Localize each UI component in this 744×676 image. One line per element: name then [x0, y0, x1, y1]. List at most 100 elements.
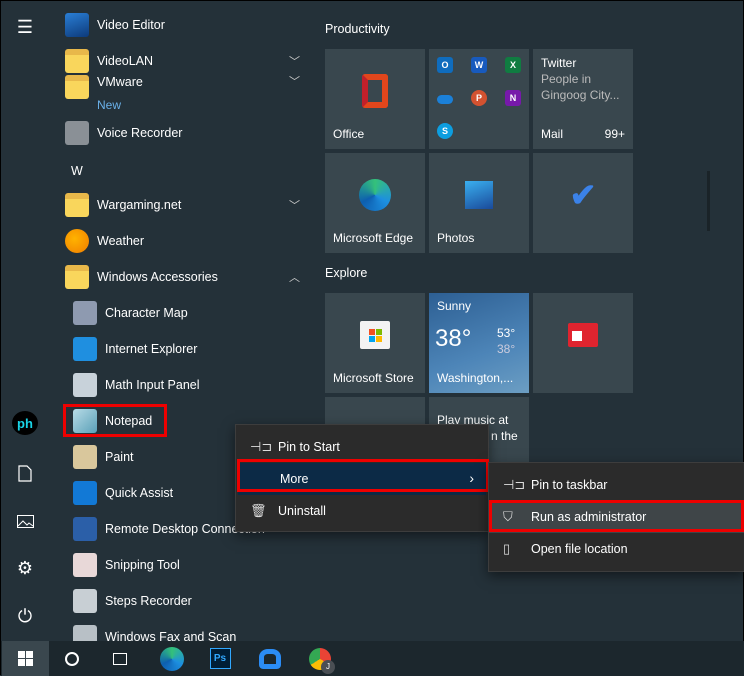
- app-label: Snipping Tool: [105, 558, 180, 572]
- app-list-item-voice-recorder[interactable]: Voice Recorder: [65, 117, 182, 149]
- app-label: VMware: [97, 75, 143, 89]
- chevron-down-icon[interactable]: ﹀: [289, 53, 300, 69]
- video-editor-icon: [65, 13, 89, 37]
- chrome-icon: J: [309, 647, 335, 674]
- settings-gear-icon[interactable]: ⚙: [13, 556, 37, 580]
- app-list-item-steps-recorder[interactable]: Steps Recorder: [73, 585, 192, 617]
- app-label: Character Map: [105, 306, 188, 320]
- app-label: Wargaming.net: [97, 198, 182, 212]
- chevron-down-icon[interactable]: ﹀: [289, 73, 300, 89]
- taskbar-edge[interactable]: [149, 641, 195, 676]
- onedrive-icon[interactable]: [437, 95, 453, 104]
- office-logo-icon: [362, 74, 388, 108]
- taskbar-photoshop[interactable]: Ps: [197, 641, 243, 676]
- app-list-item-windows-accessories[interactable]: Windows Accessories: [65, 261, 218, 293]
- snipping-tool-icon: [73, 553, 97, 577]
- tile-label: Office: [333, 127, 365, 141]
- steps-recorder-icon: [73, 589, 97, 613]
- app-list-item-wargaming-net[interactable]: Wargaming.net: [65, 189, 181, 221]
- word-icon[interactable]: W: [471, 57, 487, 73]
- powerpoint-icon[interactable]: P: [471, 90, 487, 106]
- scrollbar[interactable]: [707, 171, 710, 231]
- edge-icon: [160, 646, 184, 671]
- music-text-line2: n the: [491, 429, 518, 443]
- edge-icon: [359, 179, 391, 211]
- windows-logo-icon: [18, 651, 33, 666]
- documents-icon[interactable]: [13, 461, 37, 485]
- weather-high: 53°: [497, 326, 516, 340]
- chevron-down-icon[interactable]: ﹀: [289, 197, 300, 213]
- tile-label: Microsoft Edge: [333, 231, 414, 245]
- user-avatar[interactable]: ph: [12, 411, 38, 435]
- app-label: Internet Explorer: [105, 342, 198, 356]
- tile-microsoft-edge[interactable]: Microsoft Edge: [325, 153, 425, 253]
- app-list-item-snipping-tool[interactable]: Snipping Tool: [73, 549, 180, 581]
- app-label: Windows Accessories: [97, 270, 218, 284]
- character-map-icon: [73, 301, 97, 325]
- group-header-productivity: Productivity: [325, 22, 390, 36]
- app-label: VideoLAN: [97, 54, 154, 68]
- news-icon: [568, 323, 598, 347]
- section-letter-header[interactable]: W: [71, 155, 83, 187]
- quick-assist-icon: [73, 481, 97, 505]
- task-view-button[interactable]: [97, 641, 143, 676]
- menu-item-uninstall[interactable]: 🗑 Uninstall: [236, 495, 488, 527]
- power-icon[interactable]: ⏻: [13, 604, 37, 628]
- app-list-item-internet-explorer[interactable]: Internet Explorer: [73, 333, 197, 365]
- menu-label: Pin to taskbar: [531, 478, 608, 492]
- mail-sender: Twitter: [541, 56, 577, 70]
- weather-icon: [65, 229, 89, 253]
- app-label: Weather: [97, 234, 145, 248]
- tile-mail[interactable]: Twitter People in Gingoog City... Mail 9…: [533, 49, 633, 149]
- folder-icon: [65, 75, 89, 99]
- microphone-icon: [65, 121, 89, 145]
- app-list-item-weather[interactable]: Weather: [65, 225, 144, 257]
- todo-checkmark-icon: ✔: [569, 177, 597, 213]
- task-view-icon: [113, 652, 127, 665]
- new-badge: New: [97, 98, 122, 112]
- weather-low: 38°: [497, 342, 516, 356]
- tile-office-apps[interactable]: O W X P N S: [429, 49, 529, 149]
- menu-label: Open file location: [531, 542, 628, 556]
- tile-office[interactable]: Office: [325, 49, 425, 149]
- run-as-admin-highlight-box: [489, 500, 744, 532]
- app-list-item-video-editor[interactable]: Video Editor: [65, 9, 165, 41]
- math-input-icon: [73, 373, 97, 397]
- trash-icon: 🗑: [250, 503, 267, 518]
- tile-weather[interactable]: Sunny 38° 53° 38° Washington,...: [429, 293, 529, 393]
- mail-preview-line2: Gingoog City...: [541, 88, 620, 102]
- tile-todo[interactable]: ✔: [533, 153, 633, 253]
- app-label: Math Input Panel: [105, 378, 200, 392]
- hamburger-menu-icon[interactable]: ☰: [13, 15, 37, 39]
- app-list-item-paint[interactable]: Paint: [73, 441, 134, 473]
- app-logo-icon: [259, 648, 281, 669]
- taskbar: Ps J: [1, 641, 744, 676]
- start-button[interactable]: [2, 641, 49, 676]
- onenote-icon[interactable]: N: [505, 90, 521, 106]
- pin-icon: ⊣⊐: [250, 439, 273, 454]
- file-location-icon: ▯: [503, 541, 511, 556]
- app-label: Paint: [105, 450, 134, 464]
- folder-icon: [65, 265, 89, 289]
- excel-icon[interactable]: X: [505, 57, 521, 73]
- menu-item-open-file-location[interactable]: ▯ Open file location: [489, 533, 744, 565]
- store-bag-icon: [360, 321, 390, 349]
- menu-item-pin-to-taskbar[interactable]: ⊣⊐ Pin to taskbar: [489, 469, 744, 501]
- skype-icon[interactable]: S: [437, 123, 453, 139]
- chevron-up-icon[interactable]: ︿: [289, 269, 300, 285]
- taskbar-app[interactable]: [247, 641, 293, 676]
- tile-news[interactable]: [533, 293, 633, 393]
- taskbar-chrome[interactable]: J: [297, 641, 343, 676]
- app-list-item-character-map[interactable]: Character Map: [73, 297, 188, 329]
- app-list-item-quick-assist[interactable]: Quick Assist: [73, 477, 173, 509]
- pictures-icon[interactable]: [13, 509, 37, 533]
- tile-microsoft-store[interactable]: Microsoft Store: [325, 293, 425, 393]
- paint-icon: [73, 445, 97, 469]
- app-list-item-math-input-panel[interactable]: Math Input Panel: [73, 369, 200, 401]
- group-header-explore: Explore: [325, 266, 368, 280]
- app-label: Steps Recorder: [105, 594, 192, 608]
- outlook-icon[interactable]: O: [437, 57, 453, 73]
- folder-icon: [65, 193, 89, 217]
- tile-photos[interactable]: Photos: [429, 153, 529, 253]
- search-cortana-button[interactable]: [49, 641, 95, 676]
